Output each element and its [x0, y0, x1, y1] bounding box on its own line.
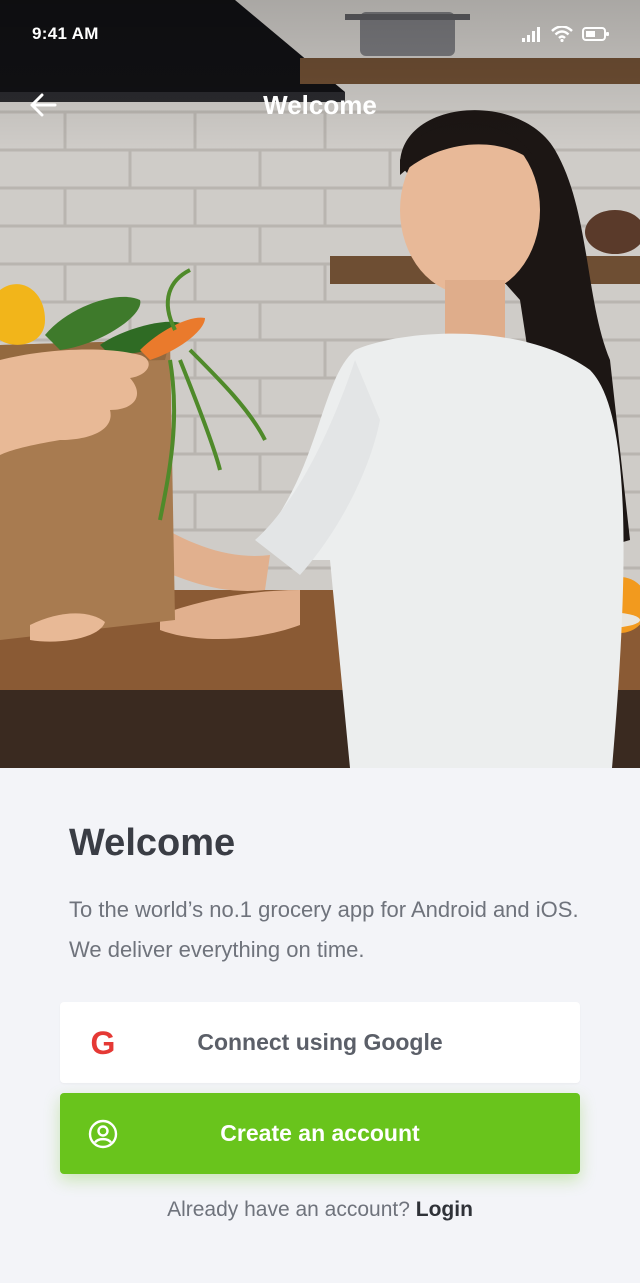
- hero-image: 9:41 AM Welcome: [0, 0, 640, 768]
- battery-icon: [582, 26, 610, 47]
- user-circle-icon: [88, 1119, 118, 1149]
- google-icon: G: [88, 1025, 118, 1061]
- wifi-icon: [551, 25, 573, 47]
- welcome-heading: Welcome: [69, 822, 236, 864]
- welcome-description: To the world’s no.1 grocery app for Andr…: [69, 897, 579, 962]
- create-account-button[interactable]: Create an account: [60, 1093, 580, 1174]
- status-icons: [522, 25, 610, 47]
- connect-google-button[interactable]: G Connect using Google: [60, 1002, 580, 1083]
- nav-title: Welcome: [263, 90, 377, 120]
- login-link[interactable]: Login: [416, 1198, 473, 1221]
- signal-icon: [522, 26, 542, 47]
- google-icon-glyph: G: [90, 1025, 116, 1061]
- welcome-panel: Welcome To the world’s no.1 grocery app …: [0, 768, 640, 1283]
- connect-google-label: Connect using Google: [197, 1029, 443, 1055]
- status-bar: 9:41 AM: [0, 0, 640, 70]
- create-account-label: Create an account: [220, 1120, 420, 1146]
- login-prompt-row: Already have an account? Login: [0, 1198, 640, 1222]
- nav-bar: Welcome: [0, 80, 640, 132]
- login-prompt-text: Already have an account?: [167, 1198, 410, 1221]
- status-time: 9:41 AM: [32, 24, 99, 43]
